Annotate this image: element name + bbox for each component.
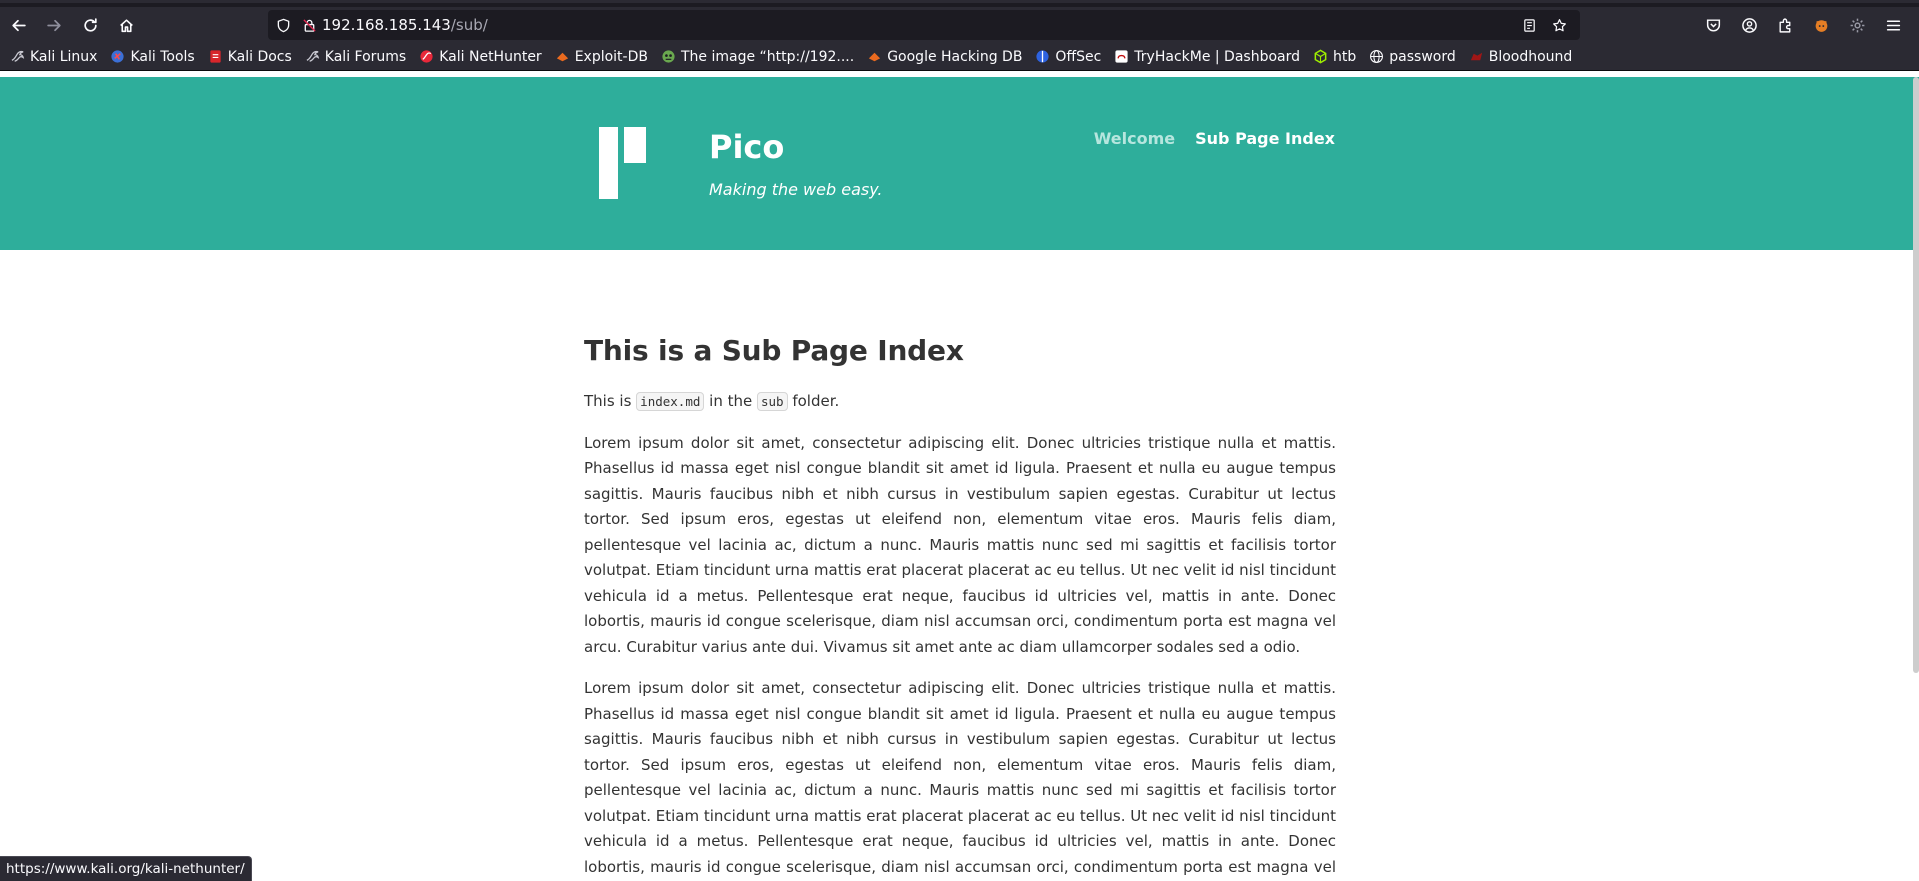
reload-icon: [83, 17, 97, 32]
page-scrollbar[interactable]: [1913, 77, 1919, 673]
settings-extension-button[interactable]: [1839, 10, 1875, 40]
bookmark-google-hacking-db[interactable]: Google Hacking DB: [867, 49, 1022, 65]
site-header: Pico Making the web easy. Welcome Sub Pa…: [0, 77, 1919, 250]
htb-icon: [1313, 49, 1328, 64]
nethunter-icon: [419, 49, 434, 64]
kali-tools-icon: [110, 49, 125, 64]
bookmark-image[interactable]: The image “http://192....: [661, 49, 854, 65]
kali-docs-icon: [208, 49, 223, 64]
bookmark-star-icon[interactable]: [1544, 18, 1574, 33]
page-info-icon[interactable]: [298, 18, 320, 33]
back-arrow-icon: [11, 19, 26, 31]
bookmark-htb[interactable]: htb: [1313, 49, 1356, 65]
lorem-paragraph: Lorem ipsum dolor sit amet, consectetur …: [584, 433, 1336, 656]
forward-button[interactable]: [36, 10, 72, 40]
app-menu-button[interactable]: [1875, 10, 1911, 40]
pico-logo[interactable]: [599, 127, 646, 203]
url-host: 192.168.185.143: [322, 16, 451, 34]
code-sub: sub: [757, 392, 788, 411]
url-text[interactable]: 192.168.185.143/sub/: [322, 16, 488, 34]
bookmark-kali-linux[interactable]: Kali Linux: [10, 49, 97, 65]
url-path: /sub/: [450, 16, 488, 34]
status-bar-link-preview: https://www.kali.org/kali-nethunter/: [0, 856, 252, 881]
bookmark-kali-tools[interactable]: Kali Tools: [110, 49, 195, 65]
kali-dragon-icon: [305, 49, 320, 64]
bookmarks-toolbar: Kali Linux Kali Tools Kali Docs Kali For…: [0, 43, 1919, 71]
pocket-icon: [1706, 18, 1720, 32]
lorem-paragraph: Lorem ipsum dolor sit amet, consectetur …: [584, 679, 1336, 876]
back-button[interactable]: [0, 10, 36, 40]
tab-strip: [0, 0, 1919, 7]
extensions-button[interactable]: [1767, 10, 1803, 40]
bookmark-tryhackme[interactable]: TryHackMe | Dashboard: [1114, 49, 1300, 65]
ghdb-icon: [867, 49, 882, 64]
address-bar[interactable]: 192.168.185.143/sub/: [268, 10, 1580, 40]
code-index-md: index.md: [636, 392, 705, 411]
account-icon: [1741, 17, 1757, 33]
account-button[interactable]: [1731, 10, 1767, 40]
nav-link-sub-page-index[interactable]: Sub Page Index: [1195, 129, 1335, 148]
web-page: Pico Making the web easy. Welcome Sub Pa…: [0, 77, 1919, 881]
hamburger-menu-icon: [1886, 19, 1900, 31]
main-content: This is a Sub Page Index This is index.m…: [584, 334, 1336, 881]
page-heading: This is a Sub Page Index: [584, 334, 964, 367]
bookmark-exploit-db[interactable]: Exploit-DB: [555, 49, 648, 65]
tryhackme-icon: [1114, 49, 1129, 64]
intro-paragraph: This is index.md in the sub folder.: [584, 392, 840, 411]
bookmark-kali-nethunter[interactable]: Kali NetHunter: [419, 49, 542, 65]
bloodhound-icon: [1469, 49, 1484, 64]
home-button[interactable]: [108, 10, 144, 40]
forward-arrow-icon: [46, 19, 61, 31]
exploit-db-icon: [555, 49, 570, 64]
main-nav: Welcome Sub Page Index: [1074, 129, 1335, 148]
home-icon: [119, 18, 133, 32]
bookmark-bloodhound[interactable]: Bloodhound: [1469, 49, 1572, 65]
tracking-protection-icon[interactable]: [268, 18, 298, 33]
image-icon: [661, 49, 676, 64]
offsec-icon: [1035, 49, 1050, 64]
nav-link-welcome[interactable]: Welcome: [1094, 129, 1175, 148]
bookmark-kali-docs[interactable]: Kali Docs: [208, 49, 292, 65]
fox-extension-icon: [1815, 19, 1827, 32]
bookmark-kali-forums[interactable]: Kali Forums: [305, 49, 406, 65]
kali-dragon-icon: [10, 49, 25, 64]
gear-icon: [1850, 18, 1864, 32]
bookmark-offsec[interactable]: OffSec: [1035, 49, 1101, 65]
reader-view-icon[interactable]: [1514, 18, 1544, 33]
puzzle-icon: [1778, 18, 1790, 33]
reload-button[interactable]: [72, 10, 108, 40]
globe-icon: [1369, 49, 1384, 64]
pocket-button[interactable]: [1695, 10, 1731, 40]
bookmark-password[interactable]: password: [1369, 49, 1456, 65]
site-title[interactable]: Pico: [709, 128, 784, 166]
navigation-toolbar: 192.168.185.143/sub/: [0, 7, 1919, 43]
site-tagline: Making the web easy.: [709, 180, 883, 199]
foxyproxy-button[interactable]: [1803, 10, 1839, 40]
